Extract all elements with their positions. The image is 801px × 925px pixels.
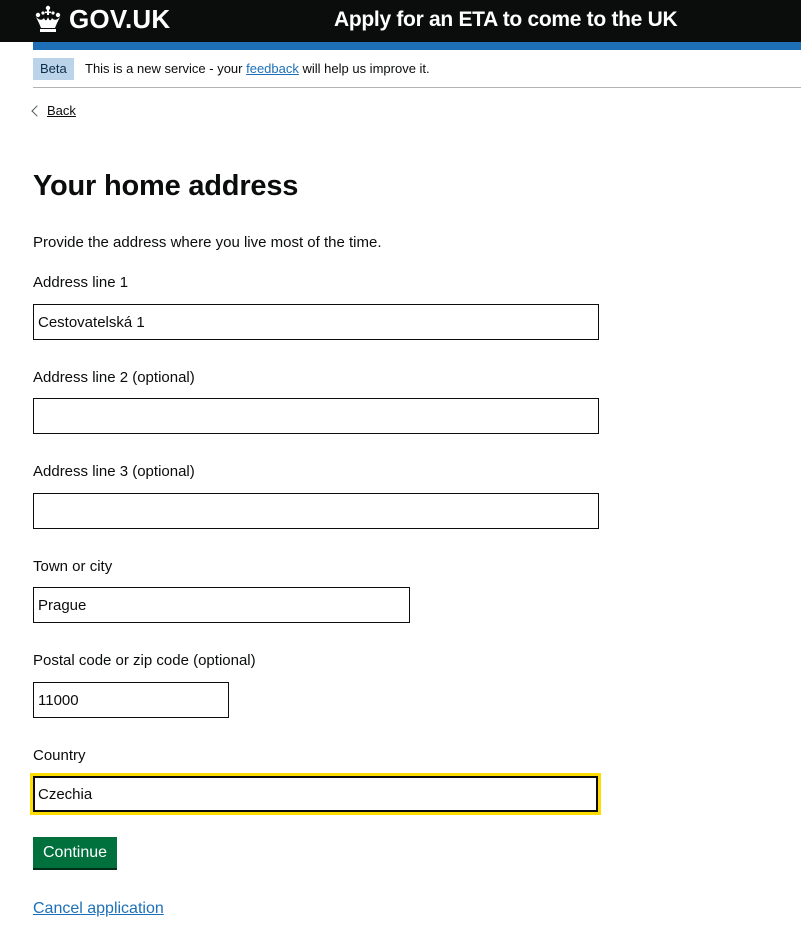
address-line-3-input[interactable] bbox=[33, 493, 599, 529]
country-input[interactable] bbox=[33, 776, 598, 812]
address-line-2-input[interactable] bbox=[33, 398, 599, 434]
back-link-label: Back bbox=[47, 103, 76, 118]
beta-tag: Beta bbox=[33, 58, 74, 80]
phase-text-after: will help us improve it. bbox=[298, 61, 430, 76]
cancel-application-link[interactable]: Cancel application bbox=[33, 899, 164, 919]
postcode-input[interactable] bbox=[33, 682, 229, 718]
feedback-link[interactable]: feedback bbox=[246, 61, 299, 76]
govuk-logo-link[interactable]: GOV.UK bbox=[33, 3, 170, 35]
postcode-label: Postal code or zip code (optional) bbox=[33, 652, 256, 669]
address-line-1-input[interactable] bbox=[33, 304, 599, 340]
header-accent-bar bbox=[33, 42, 801, 50]
town-input[interactable] bbox=[33, 587, 410, 623]
phase-banner: Beta This is a new service - your feedba… bbox=[33, 50, 801, 88]
page-title: Your home address bbox=[33, 170, 299, 202]
country-label: Country bbox=[33, 747, 86, 764]
continue-button[interactable]: Continue bbox=[33, 837, 118, 868]
page-hint: Provide the address where you live most … bbox=[33, 234, 382, 251]
service-name-link[interactable]: Apply for an ETA to come to the UK bbox=[334, 6, 678, 34]
logo-text: GOV.UK bbox=[69, 3, 171, 34]
chevron-left-icon bbox=[31, 105, 43, 117]
phase-banner-text: This is a new service - your feedback wi… bbox=[85, 60, 430, 78]
phase-text-before: This is a new service - your bbox=[85, 61, 247, 76]
crown-icon bbox=[35, 5, 61, 32]
town-label: Town or city bbox=[33, 558, 113, 575]
back-link[interactable]: Back bbox=[31, 102, 76, 120]
address-line-1-label: Address line 1 bbox=[33, 274, 129, 291]
address-line-3-label: Address line 3 (optional) bbox=[33, 463, 195, 480]
address-line-2-label: Address line 2 (optional) bbox=[33, 369, 195, 386]
site-header: GOV.UK Apply for an ETA to come to the U… bbox=[0, 0, 801, 42]
